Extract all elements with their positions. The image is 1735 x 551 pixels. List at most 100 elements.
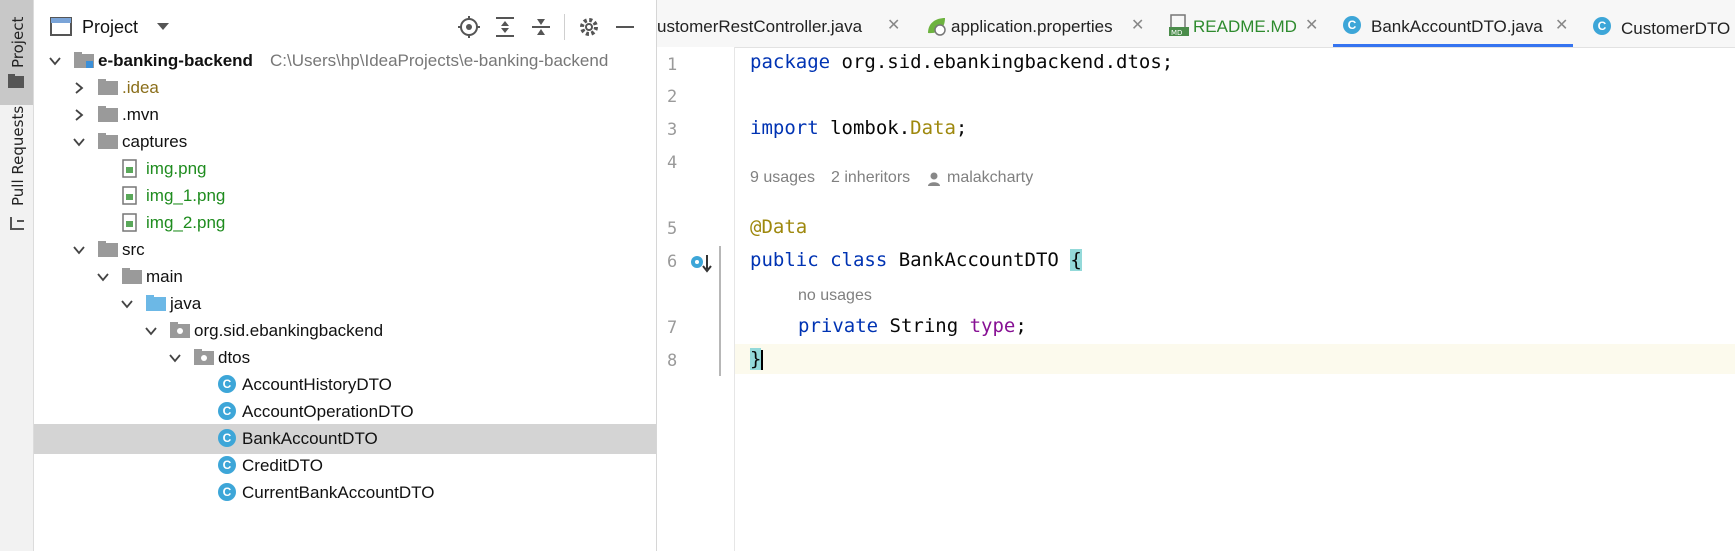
field-name: type — [969, 315, 1016, 337]
pull-requests-tool-tab[interactable]: Pull Requests — [0, 106, 33, 240]
code-line: @Data — [735, 212, 1735, 242]
tree-node[interactable]: .mvn — [34, 100, 656, 130]
chevron-down-icon[interactable] — [48, 53, 62, 67]
chevron-down-icon[interactable] — [72, 134, 86, 148]
keyword: package — [750, 51, 831, 73]
tree-node-label: .mvn — [122, 105, 159, 124]
current-code-line: } — [735, 344, 1735, 374]
tree-node[interactable]: .idea — [34, 73, 656, 103]
line-number: 2 — [667, 87, 678, 107]
type-name: String — [878, 315, 970, 337]
tab-application-properties[interactable]: application.properties ✕ — [919, 0, 1149, 47]
keyword: import — [750, 117, 819, 139]
tree-node[interactable]: img_2.png — [34, 208, 656, 238]
usages-hint[interactable]: 9 usages — [750, 169, 815, 187]
class-icon: C — [1343, 16, 1361, 34]
markdown-file-icon: MD — [1169, 14, 1189, 36]
implemented-gutter-icon[interactable] — [689, 252, 713, 274]
tree-node-label: org.sid.ebankingbackend — [194, 321, 384, 340]
chevron-down-icon[interactable] — [72, 242, 86, 256]
close-icon[interactable]: ✕ — [1305, 15, 1318, 35]
tree-node[interactable]: dtos — [34, 343, 656, 373]
line-number-gutter: 1 2 3 4 5 6 7 8 — [657, 47, 735, 551]
tree-node[interactable]: e-banking-backend C:\Users\hp\IdeaProject… — [34, 46, 656, 76]
code-editor[interactable]: package org.sid.ebankingbackend.dtos; im… — [735, 47, 1735, 551]
tab-bank-account-dto[interactable]: C BankAccountDTO.java ✕ — [1333, 0, 1573, 47]
author-hint[interactable]: malakcharty — [947, 169, 1033, 187]
tree-node-label: img_2.png — [146, 213, 226, 232]
tree-node[interactable]: img_1.png — [34, 181, 656, 211]
project-panel: Project e-banking-backend C:\Users\hp\Ide… — [34, 0, 657, 551]
tree-node[interactable]: C CreditDTO — [34, 451, 656, 481]
code-line: import lombok.Data; — [735, 113, 1735, 143]
locate-icon[interactable] — [456, 14, 482, 40]
tab-readme[interactable]: MD README.MD ✕ — [1165, 0, 1325, 47]
tree-node[interactable]: main — [34, 262, 656, 292]
tab-label: ustomerRestController.java — [657, 17, 863, 36]
tree-node[interactable]: img.png — [34, 154, 656, 184]
code-text: ; — [955, 117, 968, 139]
inheritors-hint[interactable]: 2 inheritors — [831, 169, 910, 187]
chevron-down-icon[interactable] — [120, 296, 134, 310]
folder-icon — [98, 78, 118, 98]
class-icon: C — [218, 456, 238, 476]
gear-icon[interactable] — [576, 14, 602, 40]
tab-customer-dto[interactable]: C CustomerDTO — [1583, 0, 1735, 47]
tree-node[interactable]: C BankAccountDTO — [34, 424, 656, 454]
line-number: 1 — [667, 55, 678, 75]
package-icon — [194, 348, 214, 368]
chevron-right-icon[interactable] — [72, 80, 86, 94]
minimize-icon[interactable] — [612, 14, 638, 40]
code-text: org.sid.ebankingbackend.dtos; — [830, 51, 1174, 73]
module-folder-icon — [74, 51, 94, 71]
tree-node-label: AccountOperationDTO — [242, 402, 414, 421]
tree-node[interactable]: captures — [34, 127, 656, 157]
tree-node[interactable]: C AccountHistoryDTO — [34, 370, 656, 400]
chevron-down-icon[interactable] — [168, 350, 182, 364]
tab-customer-rest-controller[interactable]: ustomerRestController.java ✕ — [657, 0, 907, 47]
close-icon[interactable]: ✕ — [1555, 15, 1568, 35]
tree-node[interactable]: C CurrentBankAccountDTO — [34, 478, 656, 508]
tree-node[interactable]: C AccountOperationDTO — [34, 397, 656, 427]
tree-node-label: e-banking-backend — [98, 51, 253, 70]
class-icon: C — [218, 483, 238, 503]
line-number: 6 — [667, 252, 678, 272]
line-number: 8 — [667, 351, 678, 371]
spring-leaf-icon — [928, 18, 946, 36]
chevron-down-icon[interactable] — [144, 323, 158, 337]
tab-label: BankAccountDTO.java — [1371, 17, 1543, 36]
project-tool-tab[interactable]: Project — [0, 0, 33, 105]
chevron-right-icon[interactable] — [72, 107, 86, 121]
image-file-icon — [122, 159, 142, 179]
collapse-all-icon[interactable] — [528, 14, 554, 40]
tree-node-label: BankAccountDTO — [242, 429, 378, 448]
class-icon: C — [218, 402, 238, 422]
tree-node-label: main — [146, 267, 183, 286]
keyword: private — [798, 315, 879, 337]
tool-window-strip: Project Pull Requests — [0, 0, 34, 551]
tree-node-label: dtos — [218, 348, 251, 367]
code-line: public class BankAccountDTO { — [735, 245, 1735, 275]
close-icon[interactable]: ✕ — [1131, 15, 1144, 35]
pull-requests-label: Pull Requests — [9, 105, 27, 206]
no-usages-hint[interactable]: no usages — [798, 287, 872, 305]
folder-icon — [98, 240, 118, 260]
annotation: @Data — [750, 216, 808, 238]
project-view-icon — [50, 17, 72, 36]
folder-icon — [98, 105, 118, 125]
chevron-down-icon[interactable] — [96, 269, 110, 283]
close-icon[interactable]: ✕ — [887, 15, 900, 35]
tree-node[interactable]: java — [34, 289, 656, 319]
tree-node[interactable]: org.sid.ebankingbackend — [34, 316, 656, 346]
tree-node[interactable]: src — [34, 235, 656, 265]
module-path: C:\Users\hp\IdeaProjects\e-banking-backe… — [270, 51, 609, 70]
line-number: 7 — [667, 318, 678, 338]
tree-node-label: src — [122, 240, 145, 259]
folder-icon — [8, 74, 24, 88]
expand-all-icon[interactable] — [492, 14, 518, 40]
package-icon — [170, 321, 190, 341]
fold-guide — [719, 246, 721, 376]
tab-label: application.properties — [951, 17, 1113, 36]
chevron-down-icon[interactable] — [156, 22, 170, 32]
code-text: ; — [1015, 315, 1027, 337]
